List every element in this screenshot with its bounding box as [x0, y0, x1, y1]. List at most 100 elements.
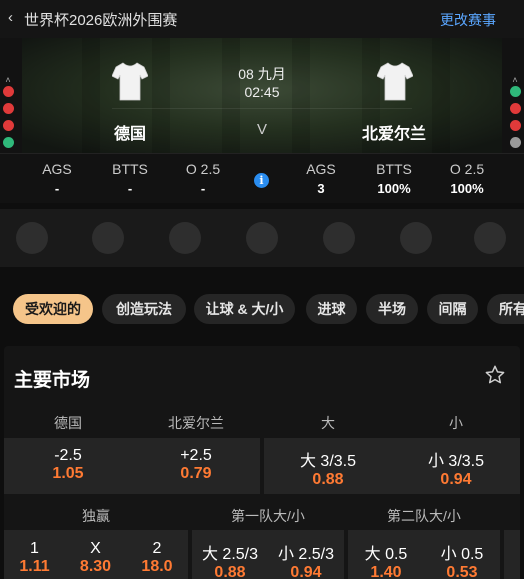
market-title: 主要市场	[14, 370, 91, 391]
odds-price: 1.40	[370, 564, 402, 579]
totals-market: 大 3/3.5 0.88 小 3/3.5 0.94	[264, 438, 520, 494]
odds-price: 0.94	[440, 471, 472, 488]
handicap-home-header: 德国	[54, 415, 82, 431]
handicap-away-header: 北爱尔兰	[168, 415, 224, 431]
away-team-name[interactable]: 北爱尔兰	[362, 120, 426, 144]
team1-over-odds[interactable]: 大 2.5/3 0.88	[192, 540, 268, 579]
away-win-odds[interactable]: 2 18.0	[126, 540, 188, 576]
handicap-away-odds[interactable]: +2.5 0.79	[132, 447, 260, 483]
odds-price: 1.11	[19, 558, 50, 575]
tab-popular[interactable]: 受欢迎的	[13, 294, 93, 324]
change-competition-link[interactable]: 更改赛事	[440, 10, 496, 30]
stat-value: 100%	[377, 181, 411, 196]
tab-all[interactable]: 所有	[487, 294, 524, 324]
chevron-up-icon[interactable]: ˄	[1, 74, 15, 86]
placeholder-circle	[474, 222, 506, 254]
home-stat-btts: BTTS -	[100, 161, 160, 196]
stat-value: -	[54, 181, 60, 196]
odds-line: 大 2.5/3	[201, 546, 259, 563]
odds-line: X	[90, 540, 101, 557]
form-result-dot	[509, 120, 521, 131]
draw-odds[interactable]: X 8.30	[65, 540, 126, 576]
match-winner-header: 独赢	[82, 508, 110, 524]
odds-line: 小 3/3.5	[427, 453, 485, 470]
odds-price: 0.79	[180, 465, 212, 482]
placeholder-circle	[169, 222, 201, 254]
placeholder-circle	[92, 222, 124, 254]
match-time: 02:45	[244, 84, 280, 100]
team1-totals-header: 第一队大/小	[231, 508, 305, 524]
market-category-tabs: 受欢迎的 创造玩法 让球 & 大/小 进球 半场 间隔 所有	[0, 270, 524, 342]
odds-price: 0.94	[290, 564, 322, 579]
odds-price: 18.0	[141, 558, 173, 575]
team2-totals-header: 第二队大/小	[387, 508, 461, 524]
tab-create-play[interactable]: 创造玩法	[102, 294, 186, 324]
odds-line: -2.5	[54, 447, 82, 464]
tab-half-time[interactable]: 半场	[366, 294, 418, 324]
stat-label: BTTS	[376, 161, 412, 177]
competition-title[interactable]: 世界杯2026欧洲外围赛	[24, 9, 177, 30]
odds-price: 0.88	[312, 471, 344, 488]
team2-over-odds[interactable]: 大 0.5 1.40	[348, 540, 424, 579]
away-stat-over25: O 2.5 100%	[437, 161, 497, 196]
loading-placeholder-row	[0, 209, 524, 267]
odds-line: 小 2.5/3	[277, 546, 335, 563]
stats-row: AGS - BTTS - O 2.5 - i AGS 3 BTTS 100% O…	[0, 153, 524, 203]
tab-goals[interactable]: 进球	[306, 294, 357, 324]
odds-price: 0.53	[446, 564, 478, 579]
team1-under-odds[interactable]: 小 2.5/3 0.94	[268, 540, 344, 579]
home-kit-icon	[112, 62, 148, 101]
placeholder-circle	[323, 222, 355, 254]
team2-under-odds[interactable]: 小 0.5 0.53	[424, 540, 500, 579]
home-stat-ags: AGS -	[27, 161, 87, 196]
totals-under-odds[interactable]: 小 3/3.5 0.94	[392, 447, 520, 489]
home-stat-over25: O 2.5 -	[173, 161, 233, 196]
tab-interval[interactable]: 间隔	[427, 294, 478, 324]
main-market-card: 主要市场 德国 北爱尔兰 大 小 -2.5 1.05 +2.5 0.79 大 3…	[4, 346, 520, 579]
away-kit-icon	[377, 62, 413, 101]
form-result-dot	[2, 137, 14, 148]
odds-price: 0.88	[214, 564, 246, 579]
match-winner-market: 1 1.11 X 8.30 2 18.0	[4, 530, 188, 579]
form-result-dot	[509, 103, 521, 114]
versus-label: V	[256, 121, 267, 138]
odds-line: 小 0.5	[440, 546, 484, 563]
home-win-odds[interactable]: 1 1.11	[4, 540, 65, 576]
handicap-home-odds[interactable]: -2.5 1.05	[4, 447, 132, 483]
odds-line: 2	[152, 540, 162, 557]
odds-line: 大 0.5	[364, 546, 408, 563]
odds-price: 1.05	[52, 465, 84, 482]
info-icon[interactable]: i	[254, 173, 269, 188]
chevron-left-icon[interactable]: ‹	[8, 9, 13, 26]
next-market-partial[interactable]	[504, 530, 520, 579]
away-stat-ags: AGS 3	[291, 161, 351, 196]
team2-totals-market: 大 0.5 1.40 小 0.5 0.53	[348, 530, 500, 579]
stat-value: -	[200, 181, 206, 196]
odds-price: 8.30	[79, 558, 112, 575]
odds-line: 1	[30, 540, 39, 557]
home-team-name[interactable]: 德国	[114, 120, 146, 144]
away-stat-btts: BTTS 100%	[364, 161, 424, 196]
placeholder-circle	[246, 222, 278, 254]
tab-handicap-totals[interactable]: 让球 & 大/小	[194, 294, 295, 324]
handicap-market: -2.5 1.05 +2.5 0.79	[4, 438, 260, 494]
stat-value: 3	[317, 181, 325, 196]
chevron-up-icon[interactable]: ˄	[508, 74, 522, 86]
form-result-dot	[2, 120, 14, 131]
stat-label: O 2.5	[449, 161, 485, 177]
stat-label: AGS	[42, 161, 72, 177]
match-header: ˄ ˄ 德国 北爱尔兰 08 九月 02:45 V	[0, 38, 524, 165]
top-bar: ‹ 世界杯2026欧洲外围赛 更改赛事	[0, 0, 524, 38]
stat-value: 100%	[450, 181, 484, 196]
totals-under-header: 小	[449, 415, 463, 431]
stat-label: BTTS	[112, 161, 148, 177]
form-result-dot	[509, 86, 521, 97]
placeholder-circle	[400, 222, 432, 254]
stat-label: O 2.5	[185, 161, 221, 177]
totals-over-header: 大	[321, 415, 335, 431]
stat-label: AGS	[306, 161, 336, 177]
form-result-dot	[2, 103, 14, 114]
totals-over-odds[interactable]: 大 3/3.5 0.88	[264, 447, 392, 489]
star-outline-icon[interactable]	[484, 364, 506, 386]
form-result-dot	[509, 137, 521, 148]
